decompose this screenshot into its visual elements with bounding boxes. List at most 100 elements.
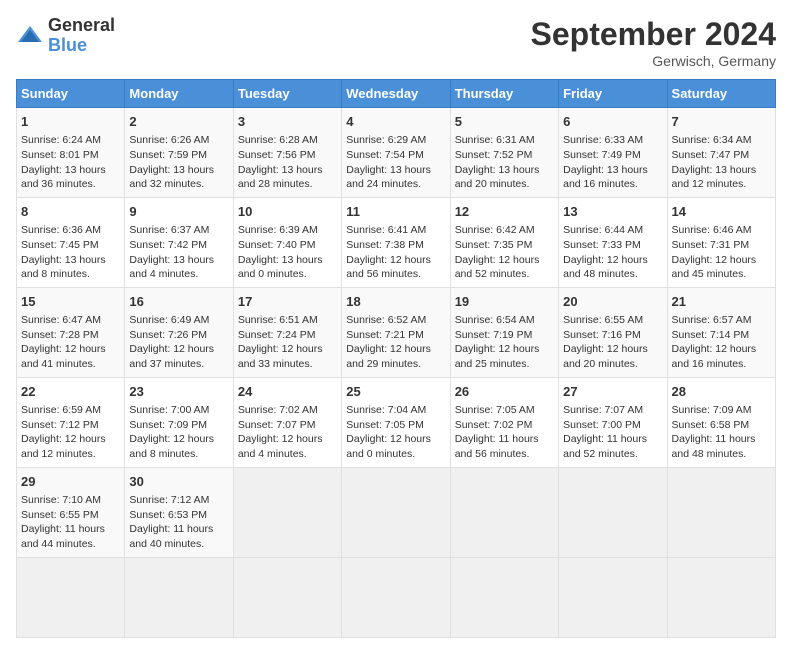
empty-cell	[559, 557, 667, 637]
sunrise-label: Sunrise: 7:12 AM	[129, 494, 209, 506]
sunset-label: Sunset: 7:12 PM	[21, 419, 99, 431]
sunset-label: Sunset: 7:26 PM	[129, 329, 207, 341]
day-number: 12	[455, 203, 554, 221]
empty-cell	[450, 557, 558, 637]
empty-cell	[233, 467, 341, 557]
daylight-label: Daylight: 13 hours and 12 minutes.	[672, 164, 757, 191]
daylight-label: Daylight: 13 hours and 28 minutes.	[238, 164, 323, 191]
calendar-cell: 19 Sunrise: 6:54 AM Sunset: 7:19 PM Dayl…	[450, 287, 558, 377]
calendar-header-row: Sunday Monday Tuesday Wednesday Thursday…	[17, 80, 776, 108]
day-number: 16	[129, 293, 228, 311]
day-number: 15	[21, 293, 120, 311]
sunrise-label: Sunrise: 6:24 AM	[21, 134, 101, 146]
day-number: 24	[238, 383, 337, 401]
sunrise-label: Sunrise: 6:52 AM	[346, 314, 426, 326]
day-number: 27	[563, 383, 662, 401]
calendar-cell: 15 Sunrise: 6:47 AM Sunset: 7:28 PM Dayl…	[17, 287, 125, 377]
sunset-label: Sunset: 6:58 PM	[672, 419, 750, 431]
day-number: 29	[21, 473, 120, 491]
daylight-label: Daylight: 12 hours and 8 minutes.	[129, 433, 214, 460]
sunset-label: Sunset: 7:38 PM	[346, 239, 424, 251]
sunrise-label: Sunrise: 6:41 AM	[346, 224, 426, 236]
calendar-cell: 29 Sunrise: 7:10 AM Sunset: 6:55 PM Dayl…	[17, 467, 125, 557]
col-friday: Friday	[559, 80, 667, 108]
day-number: 7	[672, 113, 771, 131]
sunrise-label: Sunrise: 7:09 AM	[672, 404, 752, 416]
sunset-label: Sunset: 6:55 PM	[21, 509, 99, 521]
sunset-label: Sunset: 7:00 PM	[563, 419, 641, 431]
empty-cell	[233, 557, 341, 637]
daylight-label: Daylight: 11 hours and 56 minutes.	[455, 433, 539, 460]
sunrise-label: Sunrise: 6:57 AM	[672, 314, 752, 326]
sunset-label: Sunset: 6:53 PM	[129, 509, 207, 521]
logo: General Blue	[16, 16, 115, 56]
sunset-label: Sunset: 7:02 PM	[455, 419, 533, 431]
sunrise-label: Sunrise: 6:44 AM	[563, 224, 643, 236]
sunrise-label: Sunrise: 6:37 AM	[129, 224, 209, 236]
sunrise-label: Sunrise: 6:55 AM	[563, 314, 643, 326]
month-title: September 2024	[531, 16, 776, 53]
daylight-label: Daylight: 12 hours and 37 minutes.	[129, 343, 214, 370]
calendar-cell: 2 Sunrise: 6:26 AM Sunset: 7:59 PM Dayli…	[125, 108, 233, 198]
sunset-label: Sunset: 7:35 PM	[455, 239, 533, 251]
day-number: 1	[21, 113, 120, 131]
daylight-label: Daylight: 13 hours and 20 minutes.	[455, 164, 540, 191]
sunset-label: Sunset: 7:19 PM	[455, 329, 533, 341]
daylight-label: Daylight: 12 hours and 56 minutes.	[346, 254, 431, 281]
empty-cell	[667, 467, 775, 557]
sunset-label: Sunset: 7:42 PM	[129, 239, 207, 251]
daylight-label: Daylight: 12 hours and 41 minutes.	[21, 343, 106, 370]
empty-cell	[342, 467, 450, 557]
sunset-label: Sunset: 7:52 PM	[455, 149, 533, 161]
day-number: 11	[346, 203, 445, 221]
daylight-label: Daylight: 11 hours and 52 minutes.	[563, 433, 647, 460]
calendar-cell: 30 Sunrise: 7:12 AM Sunset: 6:53 PM Dayl…	[125, 467, 233, 557]
calendar-row: 8 Sunrise: 6:36 AM Sunset: 7:45 PM Dayli…	[17, 197, 776, 287]
calendar-cell: 5 Sunrise: 6:31 AM Sunset: 7:52 PM Dayli…	[450, 108, 558, 198]
calendar-cell: 11 Sunrise: 6:41 AM Sunset: 7:38 PM Dayl…	[342, 197, 450, 287]
sunset-label: Sunset: 7:56 PM	[238, 149, 316, 161]
sunrise-label: Sunrise: 6:54 AM	[455, 314, 535, 326]
sunset-label: Sunset: 7:40 PM	[238, 239, 316, 251]
title-block: September 2024 Gerwisch, Germany	[531, 16, 776, 69]
sunrise-label: Sunrise: 7:02 AM	[238, 404, 318, 416]
sunset-label: Sunset: 7:31 PM	[672, 239, 750, 251]
sunrise-label: Sunrise: 7:00 AM	[129, 404, 209, 416]
daylight-label: Daylight: 12 hours and 52 minutes.	[455, 254, 540, 281]
sunset-label: Sunset: 8:01 PM	[21, 149, 99, 161]
col-wednesday: Wednesday	[342, 80, 450, 108]
calendar-cell: 1 Sunrise: 6:24 AM Sunset: 8:01 PM Dayli…	[17, 108, 125, 198]
location: Gerwisch, Germany	[531, 53, 776, 69]
day-number: 21	[672, 293, 771, 311]
day-number: 13	[563, 203, 662, 221]
calendar-table: Sunday Monday Tuesday Wednesday Thursday…	[16, 79, 776, 638]
day-number: 5	[455, 113, 554, 131]
daylight-label: Daylight: 12 hours and 48 minutes.	[563, 254, 648, 281]
col-thursday: Thursday	[450, 80, 558, 108]
sunrise-label: Sunrise: 7:04 AM	[346, 404, 426, 416]
sunset-label: Sunset: 7:47 PM	[672, 149, 750, 161]
col-sunday: Sunday	[17, 80, 125, 108]
day-number: 23	[129, 383, 228, 401]
sunrise-label: Sunrise: 6:36 AM	[21, 224, 101, 236]
calendar-cell: 3 Sunrise: 6:28 AM Sunset: 7:56 PM Dayli…	[233, 108, 341, 198]
daylight-label: Daylight: 11 hours and 40 minutes.	[129, 523, 213, 550]
empty-cell	[17, 557, 125, 637]
sunrise-label: Sunrise: 6:34 AM	[672, 134, 752, 146]
sunrise-label: Sunrise: 6:28 AM	[238, 134, 318, 146]
sunrise-label: Sunrise: 6:33 AM	[563, 134, 643, 146]
sunset-label: Sunset: 7:09 PM	[129, 419, 207, 431]
calendar-row: 1 Sunrise: 6:24 AM Sunset: 8:01 PM Dayli…	[17, 108, 776, 198]
daylight-label: Daylight: 11 hours and 48 minutes.	[672, 433, 756, 460]
empty-cell	[342, 557, 450, 637]
calendar-cell: 9 Sunrise: 6:37 AM Sunset: 7:42 PM Dayli…	[125, 197, 233, 287]
empty-cell	[125, 557, 233, 637]
day-number: 6	[563, 113, 662, 131]
daylight-label: Daylight: 13 hours and 0 minutes.	[238, 254, 323, 281]
calendar-cell: 14 Sunrise: 6:46 AM Sunset: 7:31 PM Dayl…	[667, 197, 775, 287]
daylight-label: Daylight: 12 hours and 16 minutes.	[672, 343, 757, 370]
calendar-cell: 23 Sunrise: 7:00 AM Sunset: 7:09 PM Dayl…	[125, 377, 233, 467]
col-saturday: Saturday	[667, 80, 775, 108]
calendar-cell: 28 Sunrise: 7:09 AM Sunset: 6:58 PM Dayl…	[667, 377, 775, 467]
empty-cell	[667, 557, 775, 637]
